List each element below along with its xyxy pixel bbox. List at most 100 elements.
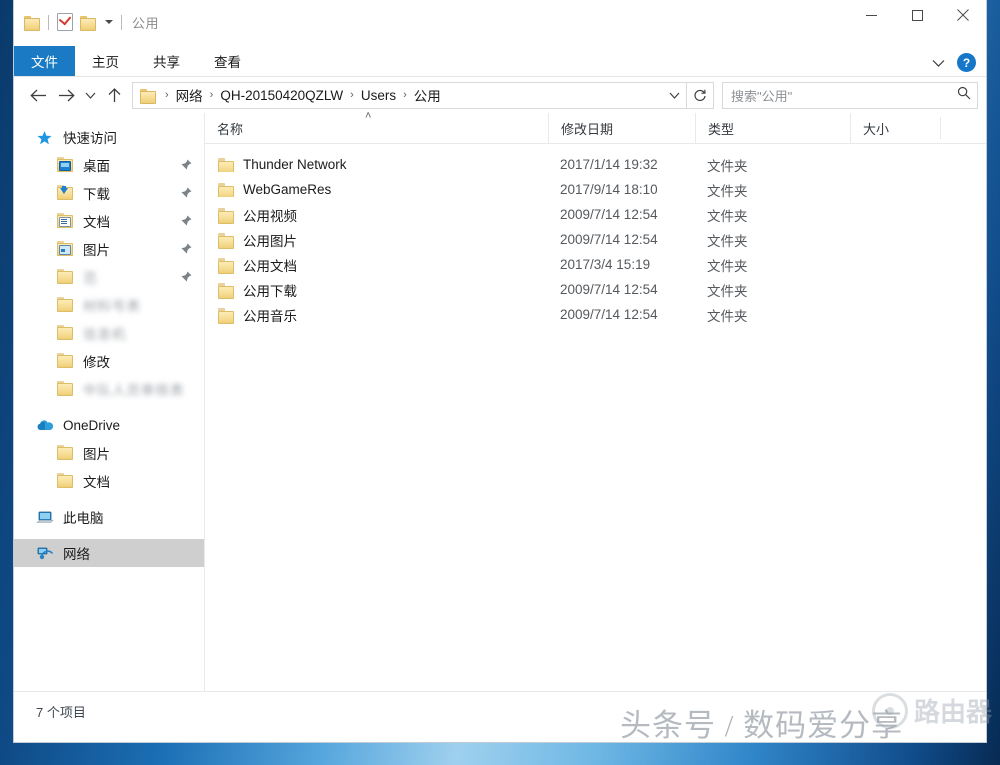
address-bar: › 网络 › QH-20150420QZLW › Users › 公用 搜索"公…: [14, 77, 986, 113]
breadcrumb-dropdown-icon[interactable]: [663, 86, 682, 104]
sidebar-group-onedrive-label: OneDrive: [63, 418, 120, 433]
sidebar-item-redacted-3[interactable]: 信息机: [14, 319, 204, 347]
table-row[interactable]: 公用文档 2017/3/4 15:19 文件夹: [205, 252, 986, 277]
breadcrumb-folder-icon[interactable]: [140, 89, 156, 102]
breadcrumb-separator-3[interactable]: ›: [396, 89, 414, 101]
quick-access-toolbar: 公用: [14, 13, 159, 32]
file-date-cell: 2017/9/14 18:10: [548, 182, 695, 197]
sidebar-item-network-label: 网络: [63, 543, 90, 563]
sidebar-item-network[interactable]: 网络: [14, 539, 204, 567]
column-divider-end[interactable]: [940, 117, 941, 139]
column-header-type[interactable]: 类型: [695, 113, 850, 143]
file-date-cell: 2009/7/14 12:54: [548, 232, 695, 247]
minimize-button[interactable]: [848, 0, 894, 30]
chevron-down-icon[interactable]: [932, 54, 945, 72]
file-list-view[interactable]: 名称 ˄ 修改日期 类型 大小 Thunder Net: [205, 113, 986, 691]
folder-icon[interactable]: [24, 16, 40, 29]
breadcrumb-item-users[interactable]: Users: [361, 88, 396, 103]
properties-icon[interactable]: [57, 13, 73, 31]
file-name-cell[interactable]: 公用文档: [205, 255, 548, 275]
sidebar-item-this-pc[interactable]: 此电脑: [14, 503, 204, 531]
sidebar-item-redacted-2[interactable]: 材料号表: [14, 291, 204, 319]
folder-icon: [56, 325, 74, 341]
breadcrumb-item-host[interactable]: QH-20150420QZLW: [220, 88, 343, 103]
folder-icon: [217, 183, 233, 197]
file-type-cell: 文件夹: [695, 155, 850, 175]
sidebar-group-onedrive[interactable]: OneDrive: [14, 411, 204, 439]
file-name-cell[interactable]: Thunder Network: [205, 157, 548, 172]
sidebar-item-documents[interactable]: 文档: [14, 207, 204, 235]
sidebar-item-desktop-label: 桌面: [83, 155, 110, 175]
table-row[interactable]: 公用音乐 2009/7/14 12:54 文件夹: [205, 302, 986, 327]
refresh-button[interactable]: [687, 82, 714, 109]
file-name-cell[interactable]: 公用下载: [205, 280, 548, 300]
pin-icon[interactable]: [181, 270, 192, 285]
explorer-content: 快速访问 桌面 下载: [14, 113, 986, 691]
tab-home[interactable]: 主页: [75, 46, 136, 76]
navigation-pane[interactable]: 快速访问 桌面 下载: [14, 113, 205, 691]
search-box[interactable]: 搜索"公用": [722, 82, 978, 109]
up-button[interactable]: [100, 81, 128, 109]
close-button[interactable]: [940, 0, 986, 30]
file-type-cell: 文件夹: [695, 180, 850, 200]
sidebar-item-downloads[interactable]: 下载: [14, 179, 204, 207]
search-icon[interactable]: [957, 86, 971, 105]
tab-file[interactable]: 文件: [14, 46, 75, 76]
sidebar-item-onedrive-documents[interactable]: 文档: [14, 467, 204, 495]
tab-share[interactable]: 共享: [136, 46, 197, 76]
sidebar-item-redacted-1[interactable]: 范: [14, 263, 204, 291]
help-button[interactable]: ?: [957, 53, 976, 72]
table-row[interactable]: WebGameRes 2017/9/14 18:10 文件夹: [205, 177, 986, 202]
file-name-cell[interactable]: 公用图片: [205, 230, 548, 250]
file-date-cell: 2017/1/14 19:32: [548, 157, 695, 172]
sidebar-item-modify-label: 修改: [83, 351, 110, 371]
sidebar-item-onedrive-pictures[interactable]: 图片: [14, 439, 204, 467]
tab-view[interactable]: 查看: [197, 46, 258, 76]
file-name-cell[interactable]: WebGameRes: [205, 182, 548, 197]
table-row[interactable]: 公用图片 2009/7/14 12:54 文件夹: [205, 227, 986, 252]
forward-button[interactable]: [52, 81, 80, 109]
breadcrumb-item-network[interactable]: 网络: [176, 85, 203, 105]
breadcrumb[interactable]: › 网络 › QH-20150420QZLW › Users › 公用: [132, 82, 687, 109]
network-icon: [36, 545, 54, 561]
cloud-icon: [36, 417, 54, 433]
sidebar-item-desktop[interactable]: 桌面: [14, 151, 204, 179]
file-name-label: 公用下载: [243, 280, 297, 300]
sidebar-item-onedrive-documents-label: 文档: [83, 471, 110, 491]
folder-icon: [56, 445, 74, 461]
new-folder-icon[interactable]: [80, 16, 96, 29]
table-row[interactable]: Thunder Network 2017/1/14 19:32 文件夹: [205, 152, 986, 177]
breadcrumb-separator-1[interactable]: ›: [203, 89, 221, 101]
folder-icon: [217, 233, 233, 247]
sidebar-item-pictures[interactable]: 图片: [14, 235, 204, 263]
maximize-button[interactable]: [894, 0, 940, 30]
recent-locations-button[interactable]: [80, 81, 100, 109]
explorer-window: 公用 文件 主页 共享 查看 ?: [14, 0, 986, 742]
folder-icon: [56, 473, 74, 489]
back-button[interactable]: [24, 81, 52, 109]
column-header-size[interactable]: 大小: [850, 113, 940, 143]
file-name-label: 公用图片: [243, 230, 297, 250]
item-count-label: 7 个项目: [36, 702, 86, 721]
breadcrumb-item-public[interactable]: 公用: [414, 85, 441, 105]
search-input[interactable]: 搜索"公用": [731, 86, 957, 105]
pin-icon[interactable]: [181, 158, 192, 173]
sidebar-group-quick-access[interactable]: 快速访问: [14, 123, 204, 151]
pin-icon[interactable]: [181, 186, 192, 201]
column-header-name[interactable]: 名称 ˄: [205, 113, 548, 143]
file-name-cell[interactable]: 公用音乐: [205, 305, 548, 325]
column-header-date[interactable]: 修改日期: [548, 113, 695, 143]
pin-icon[interactable]: [181, 242, 192, 257]
file-date-cell: 2009/7/14 12:54: [548, 282, 695, 297]
sidebar-item-redacted-4[interactable]: 中队人员审核表: [14, 375, 204, 403]
breadcrumb-separator-0[interactable]: ›: [158, 89, 176, 101]
folder-icon: [56, 353, 74, 369]
file-name-cell[interactable]: 公用视频: [205, 205, 548, 225]
table-row[interactable]: 公用视频 2009/7/14 12:54 文件夹: [205, 202, 986, 227]
sidebar-item-modify[interactable]: 修改: [14, 347, 204, 375]
breadcrumb-separator-2[interactable]: ›: [343, 89, 361, 101]
ribbon-right-controls: ?: [932, 53, 980, 72]
table-row[interactable]: 公用下载 2009/7/14 12:54 文件夹: [205, 277, 986, 302]
customize-qat-caret-icon[interactable]: [105, 20, 113, 24]
pin-icon[interactable]: [181, 214, 192, 229]
